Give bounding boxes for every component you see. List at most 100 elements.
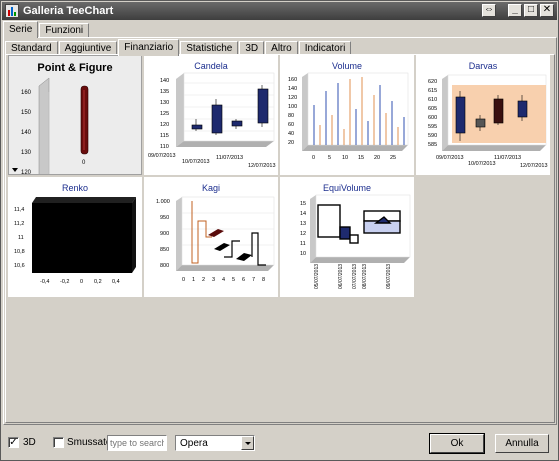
y-tick-label: 11,4 (14, 207, 24, 213)
gallery-item-candela[interactable]: Candela 140 135 130 125 120 115 110 09/0… (144, 55, 278, 175)
gallery-item-point-figure[interactable]: Point & Figure 160 150 140 130 120 0 (8, 55, 142, 175)
y-tick-label: 125 (160, 111, 169, 117)
kagi-thumbnail: 1.000 950 900 850 800 0 1 2 3 4 5 6 7 8 (156, 196, 275, 283)
x-tick-label: 7 (252, 277, 255, 283)
y-tick-label: 590 (428, 133, 437, 139)
y-tick-label: 100 (288, 104, 297, 110)
x-tick-label: 1 (192, 277, 195, 283)
x-tick-label: 6 (242, 277, 245, 283)
x-tick-label: 0 (312, 155, 315, 161)
y-tick-label: 120 (288, 95, 297, 101)
close-button[interactable]: ✕ (540, 4, 554, 17)
x-tick-label: 0,4 (112, 279, 120, 285)
gallery-item-volume[interactable]: Volume 160 140 120 100 80 60 40 20 0 5 1… (280, 55, 414, 175)
chevron-down-icon[interactable] (241, 436, 254, 450)
candela-thumbnail: 140 135 130 125 120 115 110 09/07/2013 1… (148, 72, 276, 169)
window-title: Galleria TeeChart (23, 5, 114, 17)
app-chart-icon (5, 4, 19, 18)
title-bar[interactable]: Galleria TeeChart ⇔ _ □ ✕ (2, 2, 557, 20)
y-tick-label: 60 (288, 122, 294, 128)
y-tick-label: 13 (300, 221, 306, 227)
gallery-item-kagi[interactable]: Kagi 1.000 950 900 850 800 0 1 2 3 4 5 6… (144, 177, 278, 297)
x-tick-label: 05/07/2013 (314, 264, 320, 289)
x-tick-label: 10/07/2013 (182, 159, 210, 165)
gallery-item-darvas[interactable]: Darvas 620 615 610 605 600 595 590 585 0… (416, 55, 550, 175)
x-tick-label: 06/07/2013 (338, 264, 344, 289)
x-tick-label: 09/07/2013 (148, 153, 176, 159)
volume-thumbnail: 160 140 120 100 80 60 40 20 0 5 10 15 20… (288, 72, 409, 161)
cancel-button[interactable]: Annulla (495, 434, 549, 453)
y-tick-label: 615 (428, 88, 437, 94)
x-tick-label: 0 (82, 160, 86, 166)
y-tick-label: 850 (160, 247, 169, 253)
restore-icon-button[interactable]: ⇔ (482, 4, 496, 17)
y-tick-label: 110 (160, 144, 169, 150)
ok-button[interactable]: Ok (429, 433, 485, 454)
x-tick-label: 11/07/2013 (216, 155, 243, 161)
y-tick-label: 130 (160, 100, 169, 106)
x-tick-label: 5 (328, 155, 331, 161)
x-tick-label: 09/07/2013 (436, 155, 464, 161)
x-tick-label: 11/07/2013 (494, 155, 521, 161)
y-tick-label: 1.000 (156, 199, 170, 205)
x-tick-label: 2 (202, 277, 205, 283)
x-tick-label: 10/07/2013 (468, 161, 496, 167)
minimize-button[interactable]: _ (508, 4, 522, 17)
x-tick-label: 10 (342, 155, 348, 161)
y-tick-label: 20 (288, 140, 294, 146)
y-tick-label: 620 (428, 79, 437, 85)
outer-tab-bar: Serie Funzioni (3, 21, 90, 38)
y-tick-label: 150 (21, 110, 32, 116)
y-tick-label: 610 (428, 97, 437, 103)
y-tick-label: 12 (300, 231, 306, 237)
renko-thumbnail: 11,4 11,2 11 10,8 10,6 -0,4 -0,2 0 0,2 0… (14, 197, 136, 285)
y-tick-label: 80 (288, 113, 294, 119)
y-tick-label: 120 (21, 170, 32, 175)
x-tick-label: 0,2 (94, 279, 102, 285)
darvas-thumbnail: 620 615 610 605 600 595 590 585 09/07/20… (428, 74, 548, 169)
y-tick-label: 140 (21, 130, 32, 136)
y-tick-label: 595 (428, 124, 437, 130)
y-tick-label: 11,2 (14, 221, 24, 227)
y-tick-label: 605 (428, 106, 437, 112)
tab-serie[interactable]: Serie (3, 21, 39, 38)
x-tick-label: -0,4 (40, 279, 49, 285)
x-tick-label: 08/07/2013 (362, 264, 368, 289)
checkbox-3d[interactable]: ✓ (8, 437, 19, 448)
tab-funzioni[interactable]: Funzioni (39, 23, 90, 38)
checkbox-smoothed[interactable] (53, 437, 64, 448)
x-tick-label: 0 (182, 277, 185, 283)
x-tick-label: 12/07/2013 (520, 163, 548, 169)
x-tick-label: 8 (262, 277, 265, 283)
y-tick-label: 14 (300, 211, 306, 217)
y-tick-label: 135 (160, 89, 169, 95)
maximize-button[interactable]: □ (524, 4, 538, 17)
gallery-item-renko[interactable]: Renko 11,4 11,2 11 10,8 10,6 -0,4 -0,2 0… (8, 177, 142, 297)
y-tick-label: 10 (300, 251, 306, 257)
x-tick-label: 07/07/2013 (352, 264, 358, 289)
chart-gallery: Point & Figure 160 150 140 130 120 0 Can… (8, 55, 553, 299)
checkbox-smoothed-label: Smussato (67, 437, 112, 448)
style-combo[interactable]: Opera (175, 435, 255, 451)
x-tick-label: 4 (222, 277, 225, 283)
y-tick-label: 130 (21, 150, 32, 156)
x-tick-label: 25 (390, 155, 396, 161)
y-tick-label: 10,8 (14, 249, 25, 255)
y-tick-label: 160 (288, 77, 297, 83)
tab-finanziario[interactable]: Finanziario (118, 39, 180, 56)
y-tick-label: 10,6 (14, 263, 25, 269)
x-tick-label: 3 (212, 277, 215, 283)
y-tick-label: 11 (300, 241, 306, 247)
y-tick-label: 600 (428, 115, 437, 121)
gallery-item-equivolume[interactable]: EquiVolume 15 14 13 12 11 10 05/07/2013 … (280, 177, 414, 297)
search-input[interactable] (107, 435, 167, 451)
y-tick-label: 140 (160, 78, 169, 84)
y-tick-label: 115 (160, 133, 169, 139)
y-tick-label: 160 (21, 90, 32, 96)
y-tick-label: 585 (428, 142, 437, 148)
x-tick-label: 0 (80, 279, 83, 285)
y-tick-label: 11 (18, 235, 24, 241)
x-tick-label: 09/07/2013 (386, 264, 392, 289)
teechart-gallery-window: Galleria TeeChart ⇔ _ □ ✕ Serie Funzioni… (0, 0, 559, 461)
dropdown-arrow-icon[interactable] (12, 168, 18, 172)
